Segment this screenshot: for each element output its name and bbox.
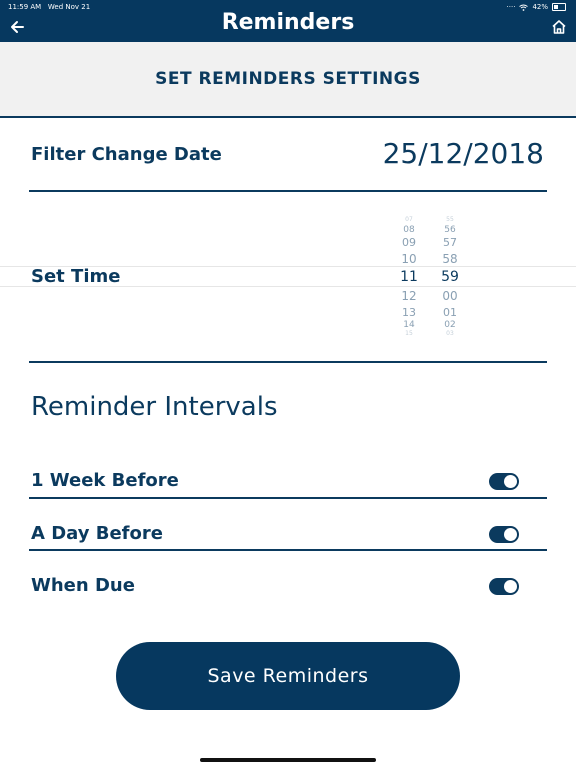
minute-option[interactable]: 00 bbox=[430, 289, 470, 303]
interval-label-due: When Due bbox=[31, 575, 135, 596]
hour-option[interactable]: 10 bbox=[389, 252, 429, 266]
divider bbox=[29, 190, 547, 192]
divider bbox=[29, 497, 547, 499]
navigation-bar: 11:59 AM Wed Nov 21 ···· 42% Reminders bbox=[0, 0, 576, 42]
hour-option[interactable]: 08 bbox=[389, 225, 429, 235]
minute-option[interactable]: 02 bbox=[430, 320, 470, 330]
minute-option[interactable]: 58 bbox=[430, 252, 470, 266]
hour-option[interactable]: 15 bbox=[389, 330, 429, 337]
hour-option-selected[interactable]: 11 bbox=[389, 269, 429, 285]
save-reminders-button[interactable]: Save Reminders bbox=[116, 642, 460, 710]
interval-label-week: 1 Week Before bbox=[31, 470, 179, 491]
toggle-knob bbox=[504, 528, 517, 541]
divider bbox=[29, 361, 547, 363]
toggle-knob bbox=[504, 475, 517, 488]
hour-option[interactable]: 14 bbox=[389, 320, 429, 330]
minute-option[interactable]: 03 bbox=[430, 330, 470, 337]
hour-option[interactable]: 13 bbox=[389, 306, 429, 319]
minute-option[interactable]: 57 bbox=[430, 236, 470, 249]
minute-option-selected[interactable]: 59 bbox=[430, 269, 470, 285]
toggle-knob bbox=[504, 580, 517, 593]
reminder-intervals-title: Reminder Intervals bbox=[31, 392, 278, 422]
hour-option[interactable]: 09 bbox=[389, 236, 429, 249]
interval-label-day: A Day Before bbox=[31, 523, 163, 544]
day-before-toggle[interactable] bbox=[489, 526, 519, 543]
minute-option[interactable]: 01 bbox=[430, 306, 470, 319]
settings-header: SET REMINDERS SETTINGS bbox=[0, 42, 576, 118]
nav-title: Reminders bbox=[221, 10, 355, 35]
when-due-toggle[interactable] bbox=[489, 578, 519, 595]
filter-change-date-value[interactable]: 25/12/2018 bbox=[383, 137, 544, 170]
filter-change-date-label: Filter Change Date bbox=[31, 144, 222, 165]
hour-option[interactable]: 07 bbox=[389, 216, 429, 223]
minute-option[interactable]: 56 bbox=[430, 225, 470, 235]
week-before-toggle[interactable] bbox=[489, 473, 519, 490]
set-time-label: Set Time bbox=[31, 266, 121, 287]
settings-header-title: SET REMINDERS SETTINGS bbox=[155, 69, 421, 89]
home-indicator[interactable] bbox=[200, 758, 376, 762]
divider bbox=[29, 549, 547, 551]
hour-option[interactable]: 12 bbox=[389, 289, 429, 303]
home-icon[interactable] bbox=[551, 19, 567, 35]
minute-option[interactable]: 55 bbox=[430, 216, 470, 223]
